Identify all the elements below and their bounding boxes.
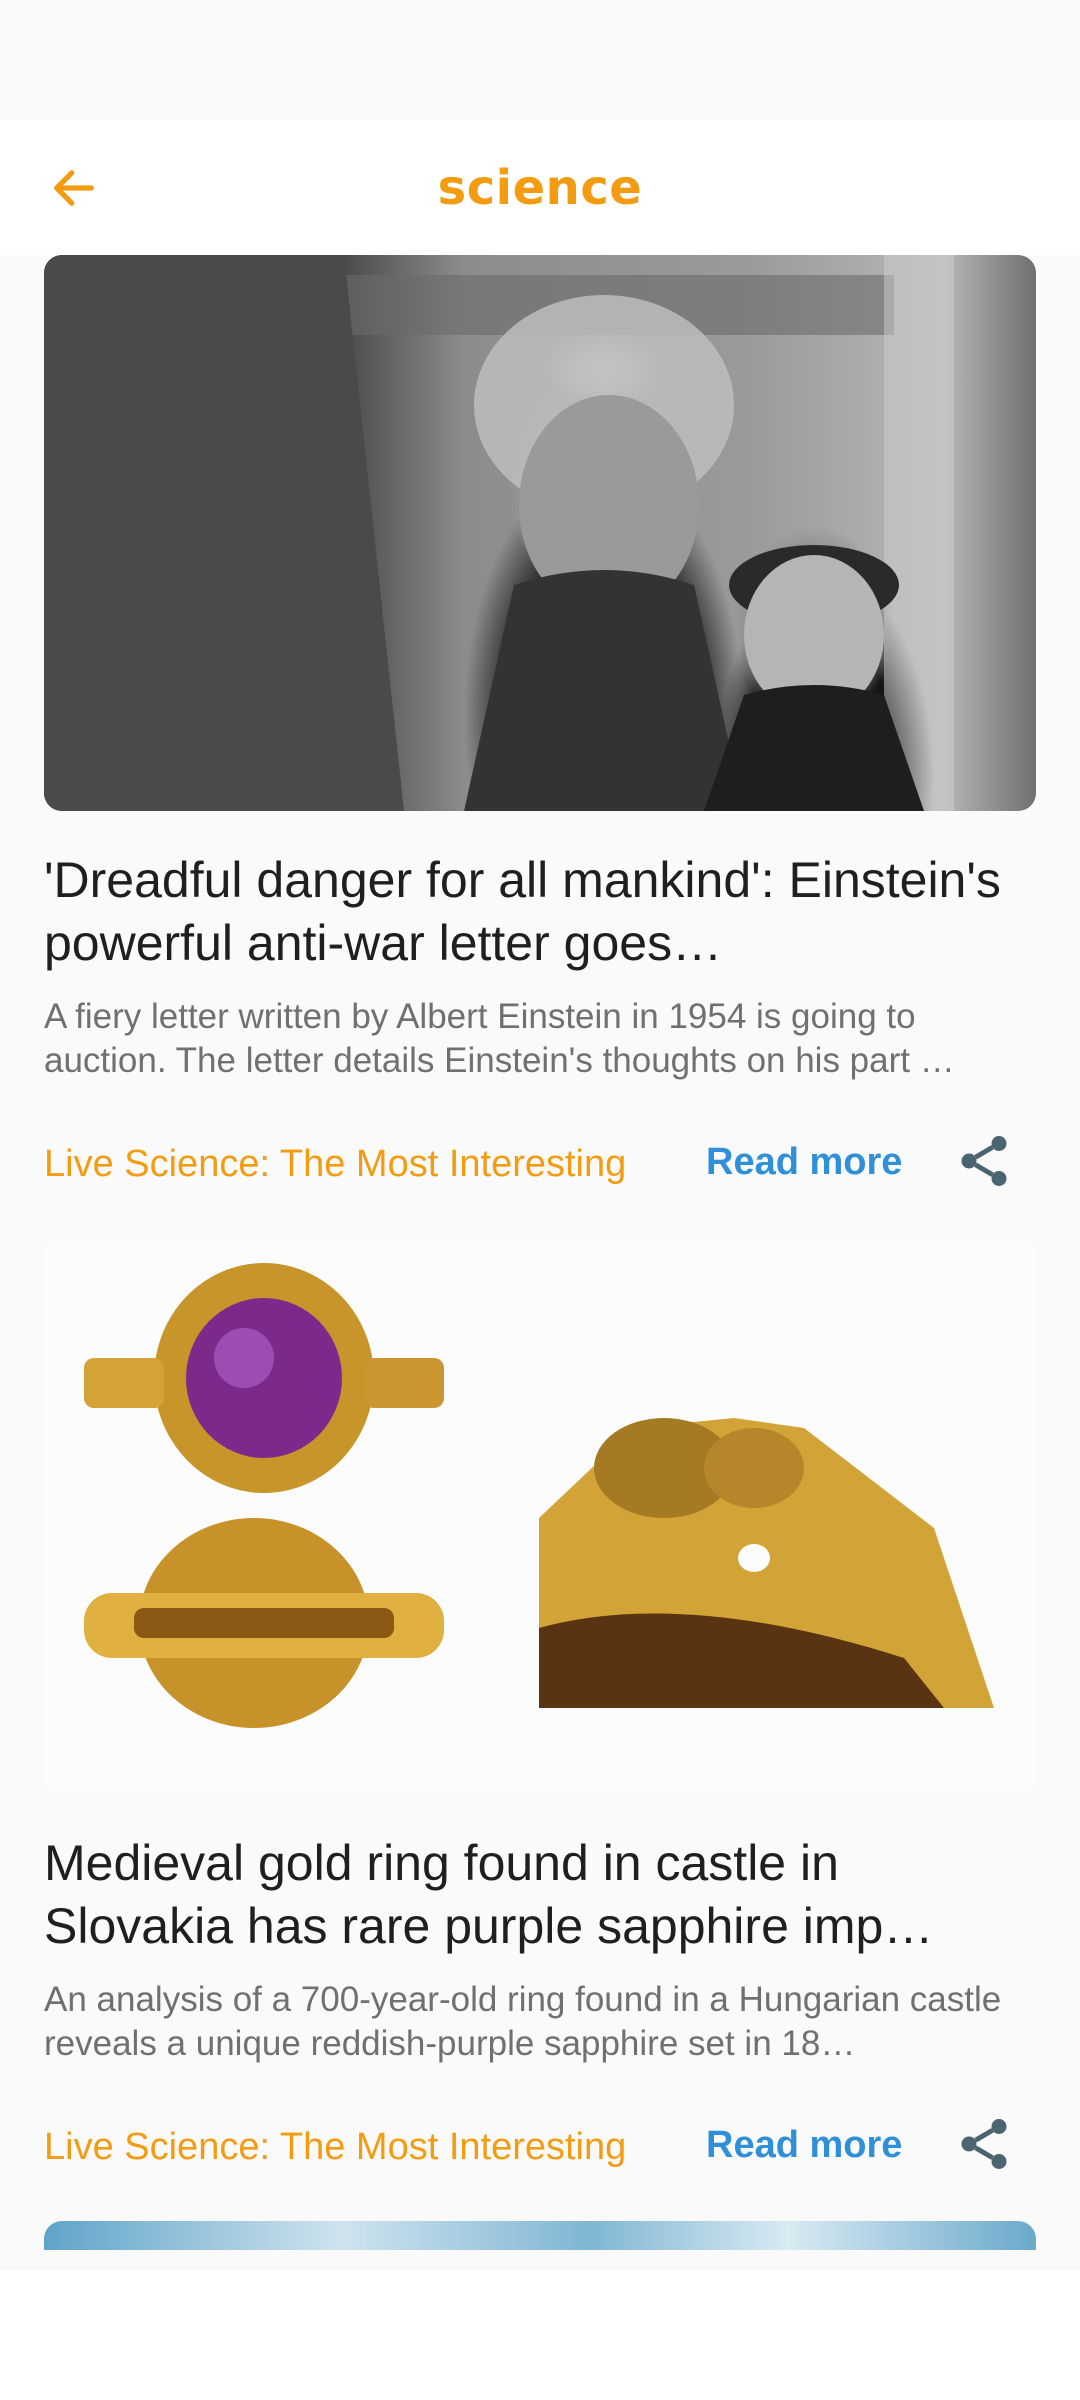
read-more-link[interactable]: Read more bbox=[706, 2124, 902, 2167]
share-icon[interactable] bbox=[954, 2114, 1014, 2174]
article-card[interactable] bbox=[44, 2221, 1036, 2250]
article-summary: A fiery letter written by Albert Einstei… bbox=[44, 997, 955, 1080]
arrow-left-icon bbox=[54, 170, 94, 206]
article-feed[interactable]: 'Dreadful danger for all mankind': Einst… bbox=[0, 255, 1080, 2250]
article-card[interactable]: 'Dreadful danger for all mankind': Einst… bbox=[44, 255, 1036, 1209]
app-bar: science bbox=[0, 120, 1080, 255]
back-button[interactable] bbox=[38, 152, 110, 224]
article-meta: Live Science: The Most Interesting Read … bbox=[44, 1119, 1036, 1209]
system-nav-bar bbox=[0, 2270, 1080, 2400]
article-headline[interactable]: Medieval gold ring found in castle in Sl… bbox=[44, 1832, 1036, 1958]
article-meta: Live Science: The Most Interesting Read … bbox=[44, 2102, 1036, 2192]
article-source: Live Science: The Most Interesting bbox=[44, 2126, 627, 2168]
article-image[interactable] bbox=[44, 255, 1036, 811]
share-icon[interactable] bbox=[954, 1131, 1014, 1191]
status-bar bbox=[0, 0, 1080, 120]
article-card[interactable]: Medieval gold ring found in castle in Sl… bbox=[44, 1238, 1036, 2192]
article-source: Live Science: The Most Interesting bbox=[44, 1143, 627, 1185]
article-image[interactable] bbox=[44, 2221, 1036, 2250]
article-headline[interactable]: 'Dreadful danger for all mankind': Einst… bbox=[44, 849, 1036, 975]
article-image[interactable] bbox=[44, 1238, 1036, 1794]
read-more-link[interactable]: Read more bbox=[706, 1141, 902, 1184]
article-summary: An analysis of a 700-year-old ring found… bbox=[44, 1980, 1002, 2063]
page-title: science bbox=[437, 159, 643, 216]
